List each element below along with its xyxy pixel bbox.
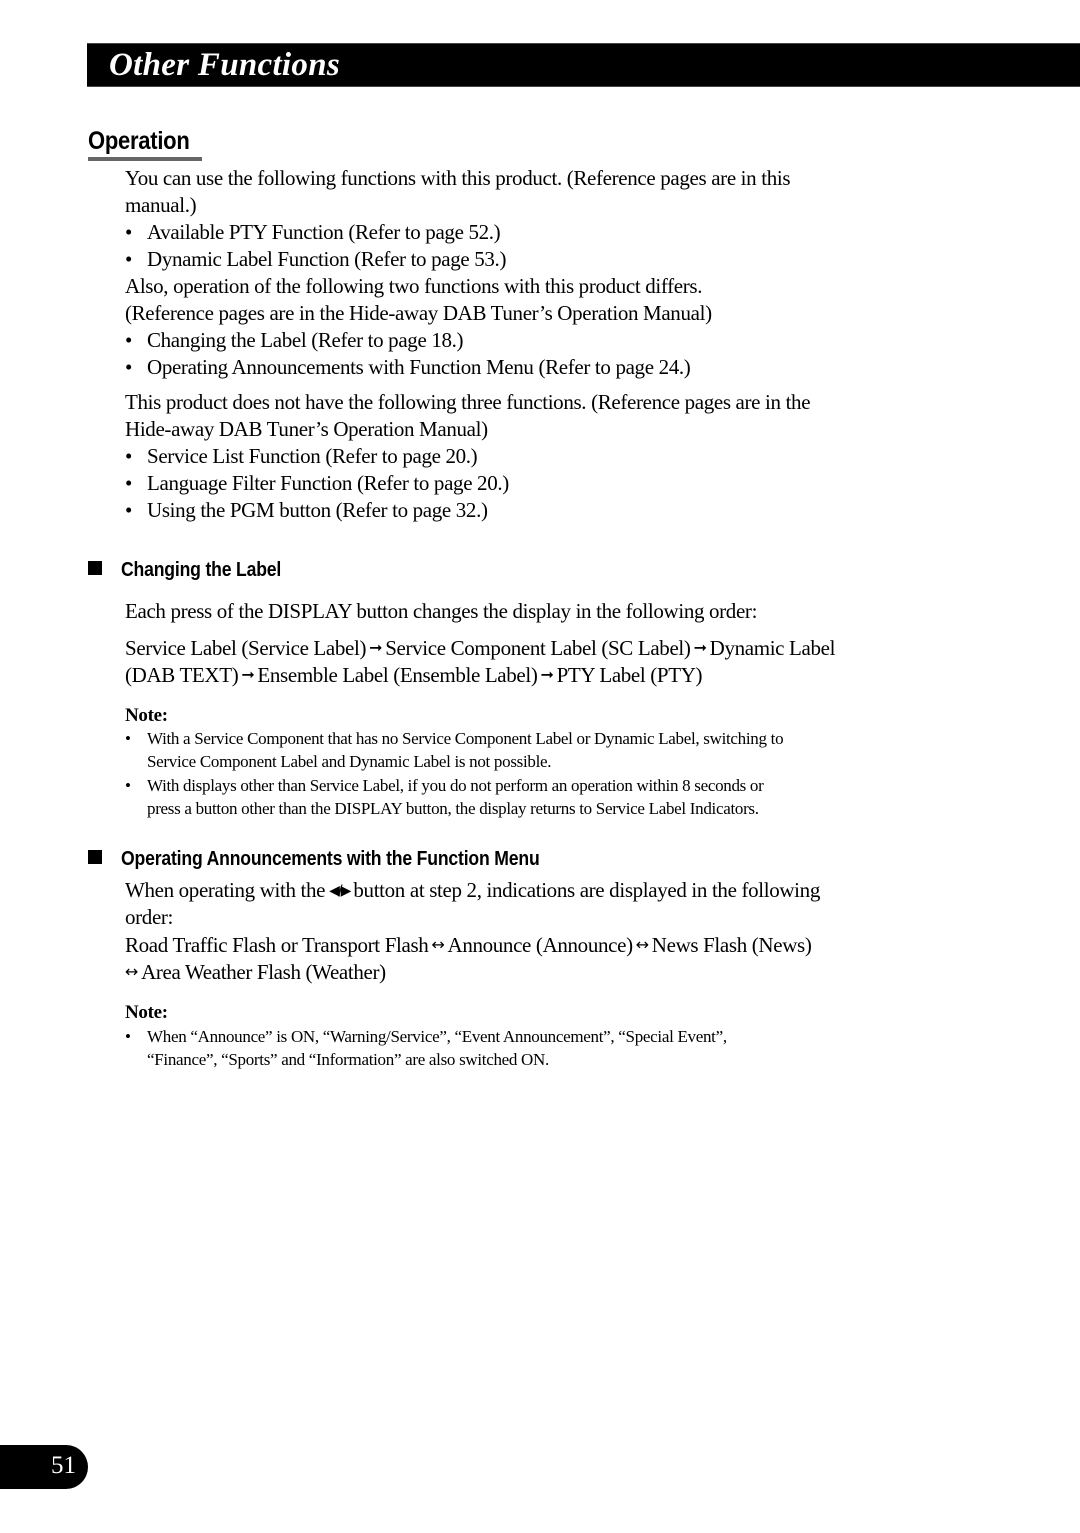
- operation-intro-line-1: You can use the following functions with…: [125, 166, 791, 190]
- note-text-line: With displays other than Service Label, …: [147, 776, 764, 795]
- operation-missing-line-1: This product does not have the following…: [125, 390, 811, 414]
- square-bullet-icon: [88, 850, 102, 864]
- list-item-text: Operating Announcements with Function Me…: [147, 355, 691, 379]
- bullet-icon: •: [125, 776, 131, 795]
- sequence-item: PTY Label (PTY): [556, 663, 703, 687]
- page-number: 51: [51, 1452, 76, 1479]
- bullet-icon: •: [125, 247, 133, 271]
- note-text-line: When “Announce” is ON, “Warning/Service”…: [147, 1027, 727, 1046]
- announcements-intro-line-1: When operating with the ◀/▶ button at step…: [125, 877, 820, 905]
- sequence-item: Service Label (Service Label): [125, 636, 367, 660]
- sequence-item: News Flash (News): [651, 933, 812, 957]
- arrow-left-right-icon: ↔: [431, 935, 445, 954]
- sequence-item: Ensemble Label (Ensemble Label): [257, 663, 538, 687]
- note-label: Note:: [125, 1002, 168, 1023]
- list-item-text: Using the PGM button (Refer to page 32.): [147, 498, 488, 522]
- chapter-title: Other Functions: [109, 47, 340, 83]
- bullet-icon: •: [125, 471, 133, 495]
- bullet-icon: •: [125, 220, 133, 244]
- list-item-text: Service List Function (Refer to page 20.…: [147, 444, 478, 468]
- chapter-header-bar: Other Functions: [87, 43, 1080, 87]
- bullet-icon: •: [125, 328, 133, 352]
- note-text-line: With a Service Component that has no Ser…: [147, 729, 784, 748]
- list-item-text: Language Filter Function (Refer to page …: [147, 471, 509, 495]
- section-title-operation: Operation: [88, 127, 190, 155]
- subsection-title: Operating Announcements with the Functio…: [121, 848, 540, 870]
- bullet-icon: •: [125, 729, 131, 748]
- note-text-line: “Finance”, “Sports” and “Information” ar…: [147, 1050, 549, 1069]
- section-underline: [88, 157, 202, 161]
- announcements-intro-line-2: order:: [125, 905, 174, 929]
- display-sequence-line-1: Service Label (Service Label) ➞ Service Co…: [125, 634, 835, 662]
- arrow-right-icon: ➞: [241, 665, 255, 684]
- arrow-left-right-icon: ↔: [635, 935, 649, 954]
- sequence-item: Area Weather Flash (Weather): [141, 960, 386, 984]
- list-item-text: Changing the Label (Refer to page 18.): [147, 328, 464, 352]
- intro-text: When operating with the: [125, 878, 326, 902]
- arrow-right-icon: ➞: [540, 665, 554, 684]
- list-item-text: Dynamic Label Function (Refer to page 53…: [147, 247, 507, 271]
- arrow-right-icon: ➞: [693, 638, 707, 657]
- intro-text: button at step 2, indications are displa…: [353, 878, 820, 902]
- bullet-icon: •: [125, 444, 133, 468]
- operation-differs-line-1: Also, operation of the following two fun…: [125, 274, 703, 298]
- announce-sequence-line-2: ↔ Area Weather Flash (Weather): [125, 958, 386, 986]
- list-item-text: Available PTY Function (Refer to page 52…: [147, 220, 501, 244]
- sequence-item: Dynamic Label: [709, 636, 836, 660]
- sequence-item: Service Component Label (SC Label): [385, 636, 691, 660]
- sequence-item: (DAB TEXT): [125, 663, 239, 687]
- bullet-icon: •: [125, 498, 133, 522]
- left-right-button-icon: ◀/▶: [329, 883, 351, 899]
- note-label: Note:: [125, 705, 168, 726]
- arrow-left-right-icon: ↔: [125, 962, 139, 981]
- sequence-item: Road Traffic Flash or Transport Flash: [125, 933, 429, 957]
- arrow-right-icon: ➞: [369, 638, 383, 657]
- sequence-item: Announce (Announce): [447, 933, 634, 957]
- operation-missing-line-2: Hide-away DAB Tuner’s Operation Manual): [125, 417, 488, 441]
- bullet-icon: •: [125, 1027, 131, 1046]
- changing-label-intro: Each press of the DISPLAY button changes…: [125, 599, 758, 623]
- bullet-icon: •: [125, 355, 133, 379]
- note-text-line: press a button other than the DISPLAY bu…: [147, 799, 759, 818]
- display-sequence-line-2: (DAB TEXT) ➞ Ensemble Label (Ensemble Labe…: [125, 661, 703, 689]
- operation-differs-line-2: (Reference pages are in the Hide-away DA…: [125, 301, 712, 325]
- subsection-heading-announcements: Operating Announcements with the Functio…: [88, 846, 597, 872]
- square-bullet-icon: [88, 561, 102, 575]
- note-text-line: Service Component Label and Dynamic Labe…: [147, 752, 552, 771]
- announce-sequence-line-1: Road Traffic Flash or Transport Flash ↔ An…: [125, 931, 812, 959]
- subsection-title: Changing the Label: [121, 559, 282, 581]
- subsection-heading-changing-label: Changing the Label: [88, 557, 303, 583]
- operation-intro-line-2: manual.): [125, 193, 197, 217]
- page-number-tab: 51: [0, 1445, 88, 1489]
